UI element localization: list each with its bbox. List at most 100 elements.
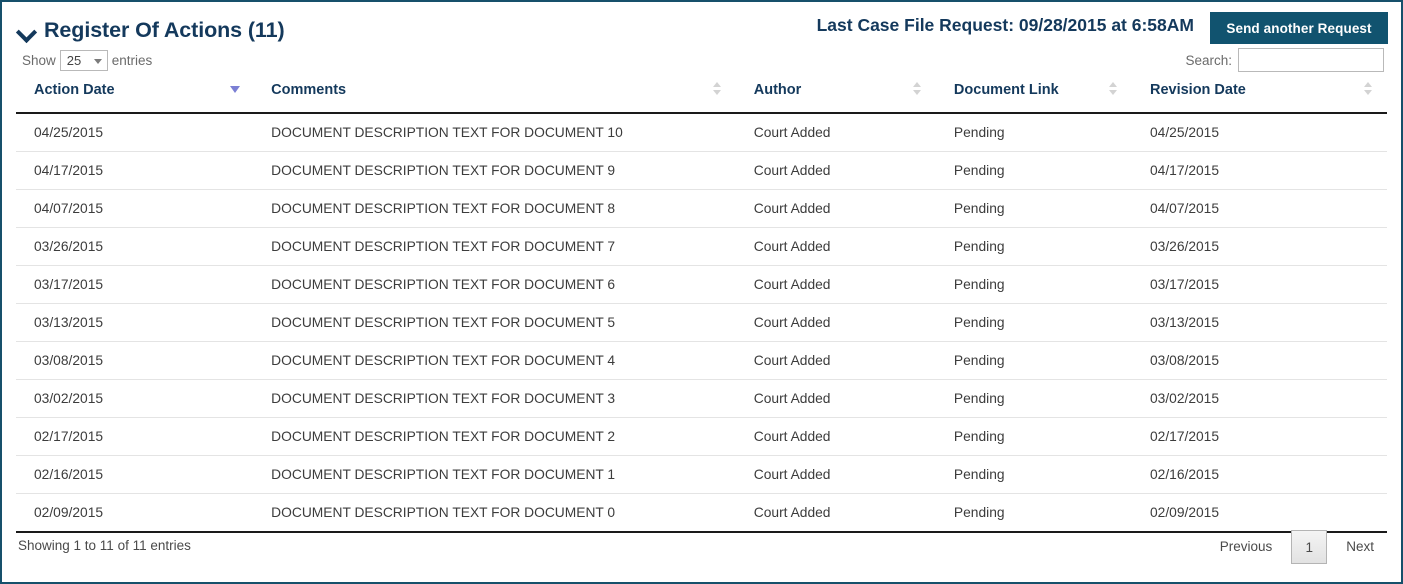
cell-action-date: 02/16/2015 [16, 455, 254, 494]
table-row: 04/25/2015 DOCUMENT DESCRIPTION TEXT FOR … [16, 113, 1387, 152]
table-row: 03/08/2015 DOCUMENT DESCRIPTION TEXT FOR … [16, 341, 1387, 380]
show-entries-suffix-label: entries [111, 53, 153, 68]
cell-author[interactable]: Court Added [735, 493, 936, 533]
send-another-request-button[interactable]: Send another Request [1210, 12, 1388, 44]
cell-document-link: Pending [935, 189, 1132, 228]
cell-comments[interactable]: DOCUMENT DESCRIPTION TEXT FOR DOCUMENT 6 [253, 265, 736, 304]
cell-comments[interactable]: DOCUMENT DESCRIPTION TEXT FOR DOCUMENT 2 [253, 417, 736, 456]
cell-document-link: Pending [935, 303, 1132, 342]
cell-document-link: Pending [935, 493, 1132, 533]
table-row: 04/07/2015 DOCUMENT DESCRIPTION TEXT FOR … [16, 189, 1387, 228]
cell-revision-date: 02/17/2015 [1131, 417, 1387, 456]
register-of-actions-table: Action Date Comments Author Document Lin… [16, 82, 1387, 533]
show-entries-prefix-label: Show [22, 53, 56, 68]
cell-comments[interactable]: DOCUMENT DESCRIPTION TEXT FOR DOCUMENT 1… [253, 113, 736, 152]
cell-author[interactable]: Court Added [735, 113, 936, 152]
sort-both-icon [912, 82, 922, 95]
cell-revision-date: 02/09/2015 [1131, 493, 1387, 533]
cell-document-link: Pending [935, 417, 1132, 456]
cell-revision-date: 03/13/2015 [1131, 303, 1387, 342]
cell-revision-date: 03/26/2015 [1131, 227, 1387, 266]
table-header-row: Action Date Comments Author Document Lin… [16, 82, 1387, 114]
column-header-label: Document Link [953, 82, 1059, 98]
cell-author[interactable]: Court Added [735, 227, 936, 266]
search-control: Search: [1185, 48, 1384, 72]
cell-comments[interactable]: DOCUMENT DESCRIPTION TEXT FOR DOCUMENT 4 [253, 341, 736, 380]
cell-revision-date: 04/07/2015 [1131, 189, 1387, 228]
cell-revision-date: 03/08/2015 [1131, 341, 1387, 380]
search-input[interactable] [1238, 48, 1384, 72]
panel-header: Register Of Actions (11) Show 25 entries… [2, 2, 1401, 82]
column-header-label: Action Date [34, 82, 115, 98]
table-body: 04/25/2015 DOCUMENT DESCRIPTION TEXT FOR … [16, 113, 1387, 533]
cell-author[interactable]: Court Added [735, 265, 936, 304]
cell-revision-date: 04/17/2015 [1131, 151, 1387, 190]
pagination: Previous 1 Next [1207, 530, 1387, 564]
table-row: 02/17/2015 DOCUMENT DESCRIPTION TEXT FOR … [16, 417, 1387, 456]
table-row: 03/13/2015 DOCUMENT DESCRIPTION TEXT FOR … [16, 303, 1387, 342]
sort-both-icon [1364, 82, 1373, 95]
column-header-document-link[interactable]: Document Link [935, 82, 1132, 114]
column-header-revision-date[interactable]: Revision Date [1131, 82, 1387, 114]
sort-descending-icon [230, 82, 241, 95]
table-row: 03/26/2015 DOCUMENT DESCRIPTION TEXT FOR … [16, 227, 1387, 266]
cell-document-link: Pending [935, 341, 1132, 380]
page-length-value: 25 [66, 53, 82, 68]
sort-both-icon [712, 82, 722, 95]
cell-revision-date: 03/17/2015 [1131, 265, 1387, 304]
chevron-down-icon [93, 59, 102, 64]
chevron-down-icon[interactable] [18, 24, 35, 41]
cell-author[interactable]: Court Added [735, 417, 936, 456]
cell-document-link: Pending [935, 113, 1132, 152]
column-header-author[interactable]: Author [735, 82, 936, 114]
page-length-select[interactable]: 25 [59, 50, 108, 71]
cell-comments[interactable]: DOCUMENT DESCRIPTION TEXT FOR DOCUMENT 3 [253, 379, 736, 418]
last-case-file-request-text: Last Case File Request: 09/28/2015 at 6:… [816, 15, 1194, 35]
register-of-actions-table-wrap: Action Date Comments Author Document Lin… [16, 82, 1387, 533]
pagination-previous-button[interactable]: Previous [1207, 531, 1286, 563]
cell-revision-date: 02/16/2015 [1131, 455, 1387, 494]
cell-author[interactable]: Court Added [735, 189, 936, 228]
sort-both-icon [1108, 82, 1118, 95]
column-header-label: Author [753, 82, 802, 98]
pagination-next-button[interactable]: Next [1333, 531, 1387, 563]
cell-author[interactable]: Court Added [735, 455, 936, 494]
column-header-label: Comments [271, 82, 347, 98]
cell-action-date: 03/26/2015 [16, 227, 254, 266]
cell-comments[interactable]: DOCUMENT DESCRIPTION TEXT FOR DOCUMENT 5 [253, 303, 736, 342]
cell-comments[interactable]: DOCUMENT DESCRIPTION TEXT FOR DOCUMENT 9 [253, 151, 736, 190]
cell-author[interactable]: Court Added [735, 341, 936, 380]
cell-comments[interactable]: DOCUMENT DESCRIPTION TEXT FOR DOCUMENT 7 [253, 227, 736, 266]
cell-action-date: 04/07/2015 [16, 189, 254, 228]
table-footer: Showing 1 to 11 of 11 entries Previous 1… [16, 530, 1387, 564]
cell-document-link: Pending [935, 227, 1132, 266]
search-label: Search: [1185, 52, 1232, 68]
cell-comments[interactable]: DOCUMENT DESCRIPTION TEXT FOR DOCUMENT 8 [253, 189, 736, 228]
table-row: 02/16/2015 DOCUMENT DESCRIPTION TEXT FOR … [16, 455, 1387, 494]
cell-action-date: 03/17/2015 [16, 265, 254, 304]
table-row: 02/09/2015 DOCUMENT DESCRIPTION TEXT FOR … [16, 493, 1387, 533]
register-of-actions-panel: Register Of Actions (11) Show 25 entries… [0, 0, 1403, 584]
table-head: Action Date Comments Author Document Lin… [16, 82, 1387, 114]
cell-action-date: 04/17/2015 [16, 151, 254, 190]
cell-comments[interactable]: DOCUMENT DESCRIPTION TEXT FOR DOCUMENT 0 [253, 493, 736, 533]
table-row: 04/17/2015 DOCUMENT DESCRIPTION TEXT FOR … [16, 151, 1387, 190]
column-header-action-date[interactable]: Action Date [16, 82, 254, 114]
cell-action-date: 03/13/2015 [16, 303, 254, 342]
pagination-page-1-button[interactable]: 1 [1291, 530, 1328, 564]
cell-author[interactable]: Court Added [735, 379, 936, 418]
column-header-comments[interactable]: Comments [253, 82, 736, 114]
page-title: Register Of Actions (11) [44, 18, 285, 42]
cell-author[interactable]: Court Added [735, 151, 936, 190]
cell-document-link: Pending [935, 379, 1132, 418]
panel-title-group[interactable]: Register Of Actions (11) [18, 18, 285, 43]
cell-revision-date: 03/02/2015 [1131, 379, 1387, 418]
cell-author[interactable]: Court Added [735, 303, 936, 342]
cell-action-date: 03/02/2015 [16, 379, 254, 418]
table-info-text: Showing 1 to 11 of 11 entries [18, 538, 191, 553]
cell-comments[interactable]: DOCUMENT DESCRIPTION TEXT FOR DOCUMENT 1 [253, 455, 736, 494]
cell-document-link: Pending [935, 151, 1132, 190]
column-header-label: Revision Date [1149, 82, 1246, 98]
cell-action-date: 03/08/2015 [16, 341, 254, 380]
cell-action-date: 04/25/2015 [16, 113, 254, 152]
